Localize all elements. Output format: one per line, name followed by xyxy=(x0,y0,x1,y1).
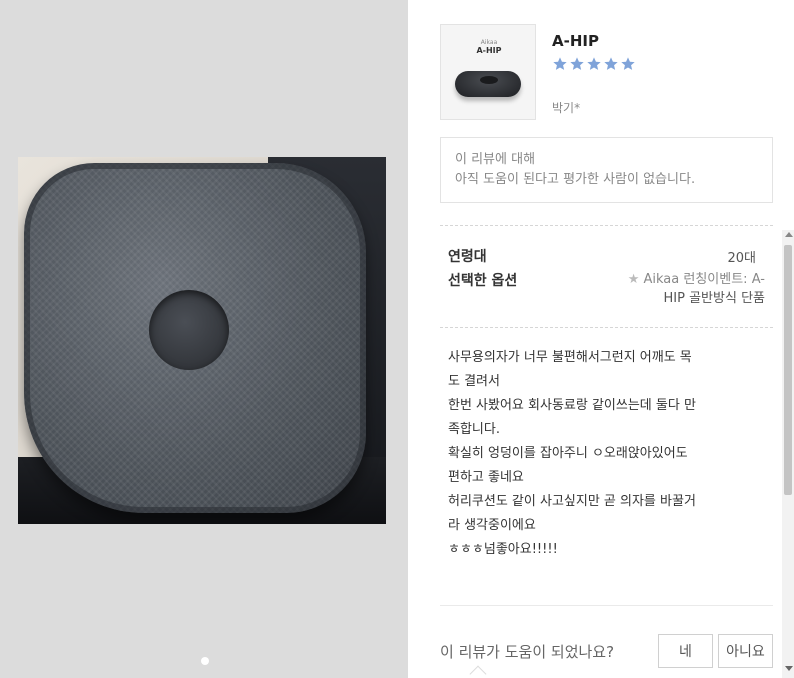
star-icon xyxy=(587,57,601,70)
review-line: 도 결려서 xyxy=(448,374,500,389)
scrollbar-thumb[interactable] xyxy=(784,245,792,495)
review-photo[interactable] xyxy=(18,157,386,524)
review-line: 허리쿠션도 같이 사고싶지만 곧 의자를 바꿀거 xyxy=(448,494,696,509)
option-star-icon: ★ xyxy=(627,272,640,287)
divider xyxy=(440,605,773,606)
star-icon xyxy=(570,57,584,70)
review-photo-gallery xyxy=(0,0,408,678)
review-line: 족합니다. xyxy=(448,422,500,437)
scroll-up-arrow-icon[interactable] xyxy=(785,232,793,237)
star-icon xyxy=(553,57,567,70)
star-icon xyxy=(621,57,635,70)
option-value-line1: Aikaa 런칭이벤트: A- xyxy=(639,272,766,287)
scroll-down-arrow-icon[interactable] xyxy=(785,666,793,671)
gallery-page-indicator-dot[interactable] xyxy=(201,657,209,665)
review-body: 사무용의자가 너무 불편해서그런지 어깨도 목도 결려서한번 사봤어요 회사동료… xyxy=(448,346,768,562)
option-value-line2: HIP 골반방식 단품 xyxy=(663,291,765,306)
review-line: 라 생각중이에요 xyxy=(448,518,536,533)
review-line: 편하고 좋네요 xyxy=(448,470,524,485)
tooltip-caret xyxy=(469,665,487,678)
cushion-hole-shape xyxy=(149,290,229,370)
helpful-status-line2: 아직 도움이 된다고 평가한 사람이 없습니다. xyxy=(455,172,696,187)
thumbnail-cushion-hole xyxy=(480,76,498,84)
product-thumbnail[interactable]: Aikaa A-HIP xyxy=(440,24,536,120)
helpful-question: 이 리뷰가 도움이 되었나요? xyxy=(440,643,615,661)
thumbnail-brand-text: Aikaa xyxy=(480,39,498,46)
helpful-yes-button[interactable]: 네 xyxy=(658,634,713,668)
thumbnail-model-text: A-HIP xyxy=(476,46,502,55)
review-line: ㅎㅎㅎ넘좋아요!!!!! xyxy=(448,542,558,557)
helpful-status-box: 이 리뷰에 대해 아직 도움이 된다고 평가한 사람이 없습니다. xyxy=(440,137,773,203)
age-label: 연령대 xyxy=(448,249,487,265)
option-value: ★ Aikaa 런칭이벤트: A- HIP 골반방식 단품 xyxy=(578,270,765,308)
star-icon xyxy=(604,57,618,70)
review-line: 한번 사봤어요 회사동료랑 같이쓰는데 둘다 만 xyxy=(448,398,696,413)
product-name: A-HIP xyxy=(552,32,599,50)
option-label: 선택한 옵션 xyxy=(448,273,518,289)
review-line: 확실히 엉덩이를 잡아주니 ㅇ오래앉아있어도 xyxy=(448,446,688,461)
age-value: 20대 xyxy=(727,251,756,266)
divider xyxy=(440,327,773,328)
reviewer-name: 박기* xyxy=(552,101,581,115)
helpful-no-button[interactable]: 아니요 xyxy=(718,634,773,668)
rating-stars xyxy=(552,56,636,72)
divider xyxy=(440,225,773,226)
review-line: 사무용의자가 너무 불편해서그런지 어깨도 목 xyxy=(448,350,692,365)
thumbnail-cushion-shape xyxy=(455,71,521,97)
review-detail-panel: Aikaa A-HIP A-HIP 박기* 이 리뷰에 대해 아직 도움이 된다… xyxy=(408,0,794,678)
helpful-status-line1: 이 리뷰에 대해 xyxy=(455,152,536,167)
